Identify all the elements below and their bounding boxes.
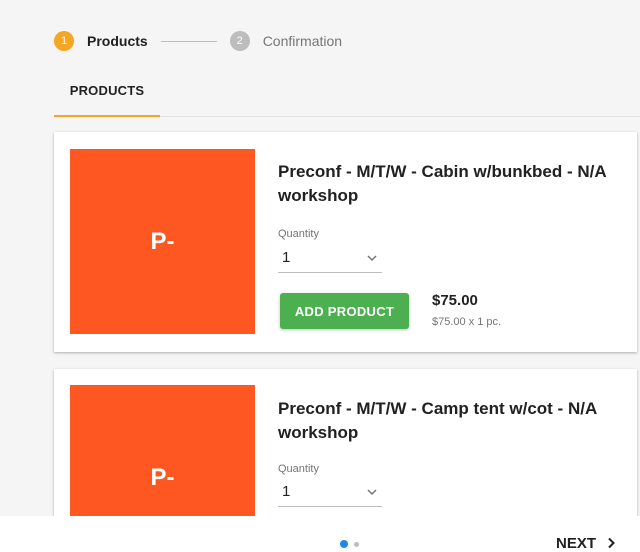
chevron-down-icon	[367, 489, 377, 496]
add-product-button[interactable]: ADD PRODUCT	[280, 293, 409, 329]
page-dot-active[interactable]	[340, 540, 348, 548]
tab-bar: PRODUCTS	[54, 66, 640, 117]
chevron-down-icon	[367, 255, 377, 262]
product-card: P- Preconf - M/T/W - Cabin w/bunkbed - N…	[54, 132, 637, 352]
bottom-nav-bar: NEXT	[0, 516, 640, 552]
next-button[interactable]: NEXT	[556, 533, 616, 552]
quantity-value: 1	[282, 483, 291, 500]
chevron-right-icon	[608, 537, 615, 549]
price-detail: $75.00 x 1 pc.	[432, 316, 502, 328]
step-number-badge: 1	[54, 31, 74, 51]
product-title: Preconf - M/T/W - Cabin w/bunkbed - N/A …	[278, 162, 607, 205]
quantity-label: Quantity	[278, 228, 319, 240]
step-confirmation[interactable]: 2 Confirmation	[229, 31, 343, 51]
tab-products[interactable]: PRODUCTS	[54, 66, 160, 114]
product-price: $75.00	[432, 292, 478, 309]
product-thumbnail: P-	[70, 149, 255, 334]
checkout-page: 1 Products 2 Confirmation PRODUCTS P- Pr…	[0, 0, 640, 552]
step-label: Confirmation	[262, 33, 343, 49]
quantity-value: 1	[282, 249, 291, 266]
step-connector	[160, 40, 217, 42]
tab-indicator	[54, 115, 160, 117]
quantity-select[interactable]: 1	[278, 248, 382, 273]
step-products[interactable]: 1 Products	[54, 31, 148, 51]
page-dot[interactable]	[354, 541, 359, 547]
product-title: Preconf - M/T/W - Camp tent w/cot - N/A …	[278, 399, 597, 442]
step-number-badge: 2	[229, 31, 250, 51]
next-label: NEXT	[556, 534, 597, 552]
checkout-stepper: 1 Products 2 Confirmation	[54, 30, 342, 52]
quantity-select[interactable]: 1	[278, 482, 382, 507]
step-label: Products	[87, 33, 148, 49]
page-indicator	[340, 540, 365, 548]
quantity-label: Quantity	[278, 463, 319, 475]
